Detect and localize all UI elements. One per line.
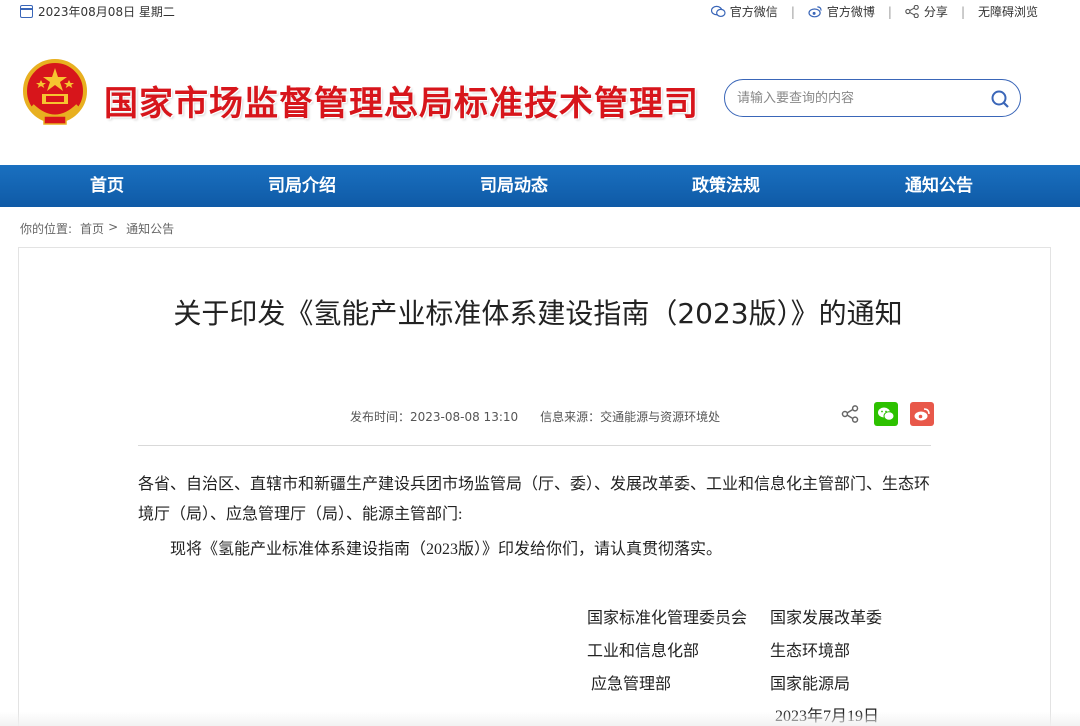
search-box[interactable] <box>724 79 1021 117</box>
share-bar <box>838 402 934 426</box>
official-wechat-label: 官方微信 <box>729 5 778 19</box>
main-nav: 首页 司局介绍 司局动态 政策法规 通知公告 <box>0 165 1080 207</box>
official-weibo-label: 官方微博 <box>826 5 875 19</box>
date-display: 2023年08月08日 星期二 <box>20 3 175 20</box>
breadcrumb-prefix: 你的位置: <box>20 222 73 236</box>
calendar-icon <box>20 5 33 18</box>
signatory: 应急管理部 <box>591 676 672 693</box>
breadcrumb-arrow: > <box>108 220 119 234</box>
accessible-browse-label: 无障碍浏览 <box>977 5 1038 19</box>
signatory: 生态环境部 <box>770 643 851 660</box>
wechat-share-button[interactable] <box>874 402 898 426</box>
nav-item-about[interactable]: 司局介绍 <box>252 165 352 207</box>
article-meta: 发布时间：2023-08-08 13:10 信息来源：交通能源与资源环境处 <box>350 408 720 425</box>
bottom-fade <box>0 712 1080 726</box>
official-weibo-link[interactable]: 官方微博 <box>808 3 875 20</box>
accessible-browse-link[interactable]: 无障碍浏览 <box>978 3 1038 20</box>
signatory: 工业和信息化部 <box>587 643 700 660</box>
signatory: 国家能源局 <box>770 676 851 693</box>
wechat-icon <box>710 5 726 18</box>
article-paragraph-1: 各省、自治区、直辖市和新疆生产建设兵团市场监管局（厅、委）、发展改革委、工业和信… <box>138 476 931 523</box>
top-links: 官方微信 | 官方微博 | 分享 | 无障碍浏览 <box>710 3 1038 20</box>
article-title: 关于印发《氢能产业标准体系建设指南（2023版）》的通知 <box>173 297 903 330</box>
nav-item-news[interactable]: 司局动态 <box>464 165 564 207</box>
separator: | <box>960 4 965 19</box>
date-text: 2023年08月08日 星期二 <box>38 5 175 19</box>
publish-time: 发布时间：2023-08-08 13:10 <box>350 410 519 424</box>
separator: | <box>790 4 795 19</box>
top-bar: 2023年08月08日 星期二 官方微信 | 官方微博 | 分享 | 无障碍浏览 <box>0 0 1080 22</box>
breadcrumb-home[interactable]: 首页 <box>80 220 104 237</box>
nav-item-policy[interactable]: 政策法规 <box>676 165 776 207</box>
separator: | <box>887 4 892 19</box>
info-source: 信息来源：交通能源与资源环境处 <box>540 410 721 424</box>
weibo-icon <box>914 408 930 421</box>
search-input[interactable] <box>737 89 977 107</box>
signatory: 国家发展改革委 <box>770 610 883 627</box>
share-button[interactable] <box>838 402 862 426</box>
breadcrumb-current[interactable]: 通知公告 <box>126 220 174 237</box>
site-title: 国家市场监督管理总局标准技术管理司 <box>104 84 699 124</box>
official-wechat-link[interactable]: 官方微信 <box>710 3 778 20</box>
nav-item-notices[interactable]: 通知公告 <box>889 165 989 207</box>
signatory: 国家标准化管理委员会 <box>587 610 748 627</box>
nav-item-home[interactable]: 首页 <box>68 165 146 207</box>
share-link[interactable]: 分享 <box>905 3 948 20</box>
weibo-share-button[interactable] <box>910 402 934 426</box>
share-label: 分享 <box>923 5 948 19</box>
breadcrumb: 你的位置: 首页 > 通知公告 <box>20 220 174 237</box>
weibo-icon <box>808 6 822 18</box>
site-header: 国家市场监督管理总局标准技术管理司 <box>0 22 1080 165</box>
meta-divider <box>138 445 931 446</box>
share-icon <box>841 405 859 423</box>
wechat-icon <box>878 407 895 421</box>
search-icon[interactable] <box>990 89 1010 109</box>
article-paragraph-2: 现将《氢能产业标准体系建设指南（2023版）》印发给你们，请认真贯彻落实。 <box>170 541 723 558</box>
share-icon <box>905 5 919 18</box>
national-emblem-icon <box>23 59 87 125</box>
